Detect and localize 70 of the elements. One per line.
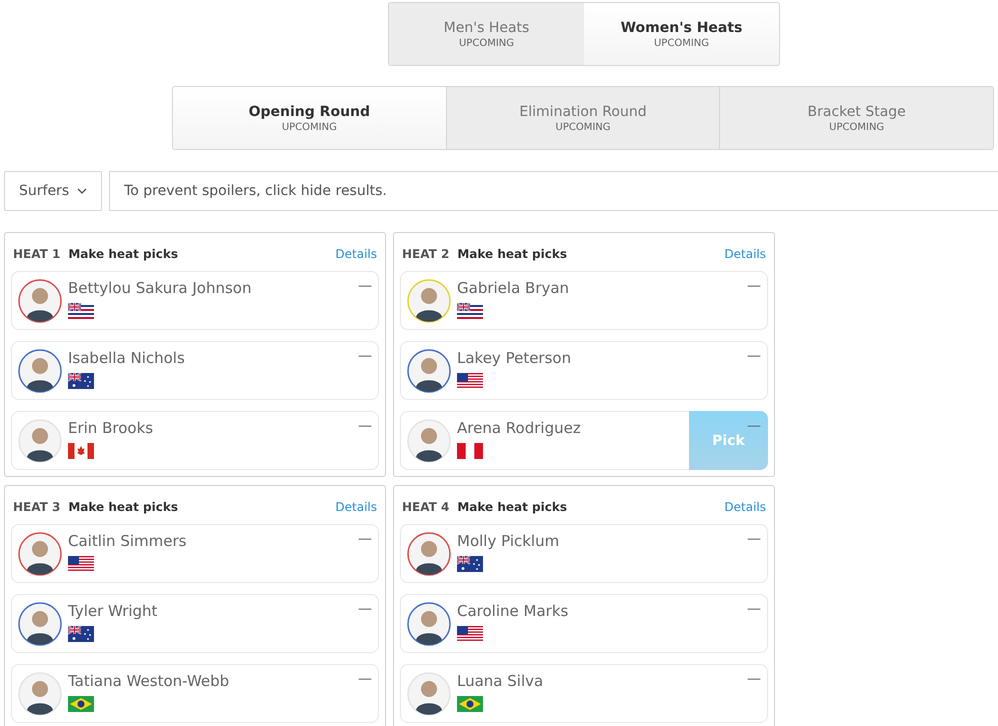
surfer-name: Molly Picklum — [457, 532, 560, 550]
heat-title: Make heat picks — [68, 500, 178, 514]
score-dash: — — [747, 670, 761, 687]
surfer-name: Lakey Peterson — [457, 349, 572, 367]
score-dash: — — [358, 417, 372, 434]
surfer-row[interactable]: Gabriela Bryan — — [400, 271, 768, 330]
flag-icon — [457, 696, 483, 712]
surfer-row[interactable]: Arena Rodriguez — Pick — [400, 411, 768, 470]
surfer-name: Tatiana Weston-Webb — [68, 672, 230, 690]
surfer-row[interactable]: Isabella Nichols — — [11, 341, 379, 400]
flag-icon — [457, 556, 483, 572]
score-dash: — — [747, 530, 761, 547]
surfer-row[interactable]: Lakey Peterson — — [400, 341, 768, 400]
surfer-row[interactable]: Tyler Wright — — [11, 594, 379, 653]
details-link[interactable]: Details — [335, 500, 377, 514]
round-tab[interactable]: Opening Round UPCOMING — [173, 87, 446, 149]
heat-title: Make heat picks — [457, 500, 567, 514]
flag-icon — [68, 556, 94, 572]
score-dash: — — [747, 277, 761, 294]
flag-icon — [457, 443, 483, 459]
score-dash: — — [747, 600, 761, 617]
surfer-name: Luana Silva — [457, 672, 544, 690]
surfer-name: Isabella Nichols — [68, 349, 185, 367]
surfer-name: Caitlin Simmers — [68, 532, 186, 550]
surfer-row[interactable]: Erin Brooks — — [11, 411, 379, 470]
avatar-icon — [407, 672, 451, 716]
heat-title: Make heat picks — [457, 247, 567, 261]
details-link[interactable]: Details — [724, 500, 766, 514]
heat-title: Make heat picks — [68, 247, 178, 261]
score-dash: — — [358, 670, 372, 687]
score-dash: — — [358, 347, 372, 364]
flag-icon — [68, 443, 94, 459]
details-link[interactable]: Details — [335, 247, 377, 261]
score-dash: — — [358, 277, 372, 294]
surfer-row[interactable]: Caroline Marks — — [400, 594, 768, 653]
heat-number: HEAT 1 — [13, 247, 60, 261]
flag-icon — [457, 303, 483, 319]
heat-number: HEAT 2 — [402, 247, 450, 261]
surfer-row[interactable]: Bettylou Sakura Johnson — — [11, 271, 379, 330]
round-tab[interactable]: Bracket Stage UPCOMING — [719, 87, 993, 149]
score-dash: — — [358, 600, 372, 617]
surfer-name: Arena Rodriguez — [457, 419, 581, 437]
chevron-icon — [77, 188, 88, 194]
score-dash: — — [747, 417, 761, 434]
avatar-icon — [407, 418, 451, 462]
surfers-dropdown[interactable]: Surfers — [4, 171, 102, 211]
surfer-name: Tyler Wright — [68, 602, 158, 620]
avatar-icon — [18, 672, 62, 716]
surfer-name: Erin Brooks — [68, 419, 154, 437]
flag-icon — [457, 626, 483, 642]
surfer-row[interactable]: Molly Picklum — — [400, 524, 768, 583]
flag-icon — [68, 303, 94, 319]
flag-icon — [68, 696, 94, 712]
score-dash: — — [747, 347, 761, 364]
surfer-name: Caroline Marks — [457, 602, 568, 620]
heat-number: HEAT 4 — [402, 500, 450, 514]
details-link[interactable]: Details — [724, 247, 766, 261]
heat-number: HEAT 3 — [13, 500, 60, 514]
surfer-row[interactable]: Caitlin Simmers — — [11, 524, 379, 583]
surfer-row[interactable]: Luana Silva — — [400, 664, 768, 723]
surfer-row[interactable]: Tatiana Weston-Webb — — [11, 664, 379, 723]
event-tab[interactable]: Women's Heats UPCOMING — [584, 3, 779, 65]
avatar-icon — [18, 418, 62, 462]
surfer-name: Gabriela Bryan — [457, 279, 570, 297]
score-dash: — — [358, 530, 372, 547]
flag-icon — [68, 626, 94, 642]
flag-icon — [68, 373, 94, 389]
flag-icon — [457, 373, 483, 389]
surfer-name: Bettylou Sakura Johnson — [68, 279, 252, 297]
spoiler-message: To prevent spoilers, click hide results. — [109, 171, 998, 211]
